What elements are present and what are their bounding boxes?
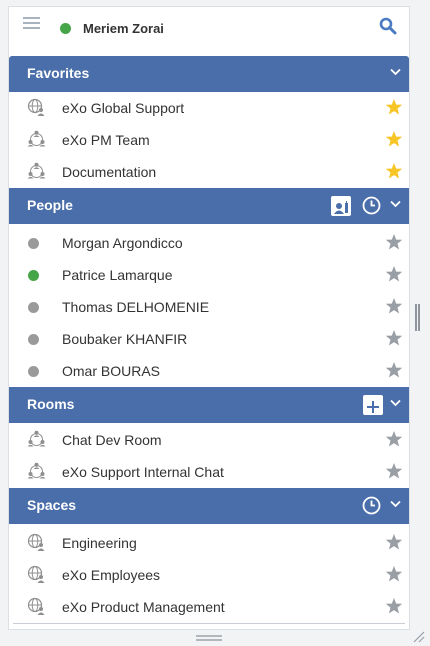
star-icon[interactable] bbox=[385, 430, 403, 448]
group-icon bbox=[27, 130, 46, 147]
list-item[interactable]: Omar BOURAS bbox=[9, 355, 409, 387]
item-label: Chat Dev Room bbox=[62, 432, 162, 448]
clock-icon[interactable] bbox=[362, 196, 381, 215]
list-item[interactable]: eXo PM Team bbox=[9, 124, 409, 156]
star-icon[interactable] bbox=[385, 597, 403, 615]
star-icon[interactable] bbox=[385, 265, 403, 283]
user-name: Meriem Zorai bbox=[83, 21, 164, 36]
status-indicator bbox=[28, 366, 39, 377]
chat-contacts-panel: Meriem Zorai Favorites eXo Global Suppor… bbox=[8, 6, 410, 630]
list-item[interactable]: Documentation bbox=[9, 156, 409, 188]
status-indicator bbox=[28, 302, 39, 313]
status-indicator bbox=[28, 270, 39, 281]
star-icon[interactable] bbox=[385, 565, 403, 583]
list-item[interactable]: Patrice Lamarque bbox=[9, 259, 409, 291]
globe-people-icon bbox=[27, 98, 45, 116]
globe-people-icon bbox=[27, 533, 45, 551]
star-icon[interactable] bbox=[385, 533, 403, 551]
star-icon[interactable] bbox=[385, 130, 403, 148]
favorites-header[interactable]: Favorites bbox=[9, 56, 409, 92]
divider bbox=[13, 623, 405, 624]
chevron-down-icon[interactable] bbox=[390, 500, 401, 508]
globe-people-icon bbox=[27, 565, 45, 583]
rooms-header[interactable]: Rooms bbox=[9, 387, 409, 423]
resize-corner-icon[interactable] bbox=[413, 631, 425, 643]
group-icon bbox=[27, 462, 46, 479]
clock-icon[interactable] bbox=[362, 496, 381, 515]
status-indicator bbox=[28, 334, 39, 345]
item-label: Omar BOURAS bbox=[62, 363, 161, 379]
star-icon[interactable] bbox=[385, 233, 403, 251]
horizontal-resize-handle[interactable] bbox=[196, 635, 222, 641]
item-label: eXo Global Support bbox=[62, 100, 185, 116]
globe-people-icon bbox=[27, 597, 45, 615]
status-indicator bbox=[28, 238, 39, 249]
star-icon[interactable] bbox=[385, 162, 403, 180]
item-label: Documentation bbox=[62, 164, 157, 180]
item-label: eXo PM Team bbox=[62, 132, 150, 148]
rooms-title: Rooms bbox=[27, 396, 75, 412]
contacts-directory-button[interactable] bbox=[331, 196, 351, 216]
chevron-down-icon[interactable] bbox=[390, 399, 401, 407]
list-item[interactable]: Engineering bbox=[9, 527, 409, 559]
star-icon[interactable] bbox=[385, 361, 403, 379]
list-item[interactable]: eXo Global Support bbox=[9, 92, 409, 124]
star-icon[interactable] bbox=[385, 462, 403, 480]
vertical-resize-handle[interactable] bbox=[415, 304, 420, 331]
list-item[interactable]: Boubaker KHANFIR bbox=[9, 323, 409, 355]
item-label: Engineering bbox=[62, 535, 137, 551]
user-status-indicator[interactable] bbox=[60, 23, 71, 34]
list-item[interactable]: Morgan Argondicco bbox=[9, 227, 409, 259]
item-label: Thomas DELHOMENIE bbox=[62, 299, 210, 315]
add-room-button[interactable] bbox=[363, 395, 383, 415]
spaces-title: Spaces bbox=[27, 497, 77, 513]
list-item[interactable]: eXo Product Management bbox=[9, 591, 409, 623]
item-label: eXo Employees bbox=[62, 567, 161, 583]
item-label: Morgan Argondicco bbox=[62, 235, 183, 251]
favorites-title: Favorites bbox=[27, 65, 90, 81]
spaces-header[interactable]: Spaces bbox=[9, 488, 409, 524]
address-book-icon bbox=[334, 201, 348, 214]
plus-icon bbox=[367, 401, 379, 413]
item-label: eXo Support Internal Chat bbox=[62, 464, 224, 480]
star-icon[interactable] bbox=[385, 98, 403, 116]
top-bar: Meriem Zorai bbox=[9, 7, 409, 52]
search-icon[interactable] bbox=[379, 17, 397, 35]
menu-icon[interactable] bbox=[23, 15, 40, 31]
star-icon[interactable] bbox=[385, 297, 403, 315]
item-label: Patrice Lamarque bbox=[62, 267, 173, 283]
list-item[interactable]: Chat Dev Room bbox=[9, 424, 409, 456]
item-label: Boubaker KHANFIR bbox=[62, 331, 188, 347]
chevron-down-icon[interactable] bbox=[390, 68, 401, 76]
list-item[interactable]: eXo Employees bbox=[9, 559, 409, 591]
people-title: People bbox=[27, 197, 73, 213]
people-header[interactable]: People bbox=[9, 188, 409, 224]
group-icon bbox=[27, 430, 46, 447]
star-icon[interactable] bbox=[385, 329, 403, 347]
group-icon bbox=[27, 162, 46, 179]
chevron-down-icon[interactable] bbox=[390, 200, 401, 208]
list-item[interactable]: Thomas DELHOMENIE bbox=[9, 291, 409, 323]
list-item[interactable]: eXo Support Internal Chat bbox=[9, 456, 409, 488]
item-label: eXo Product Management bbox=[62, 599, 225, 615]
